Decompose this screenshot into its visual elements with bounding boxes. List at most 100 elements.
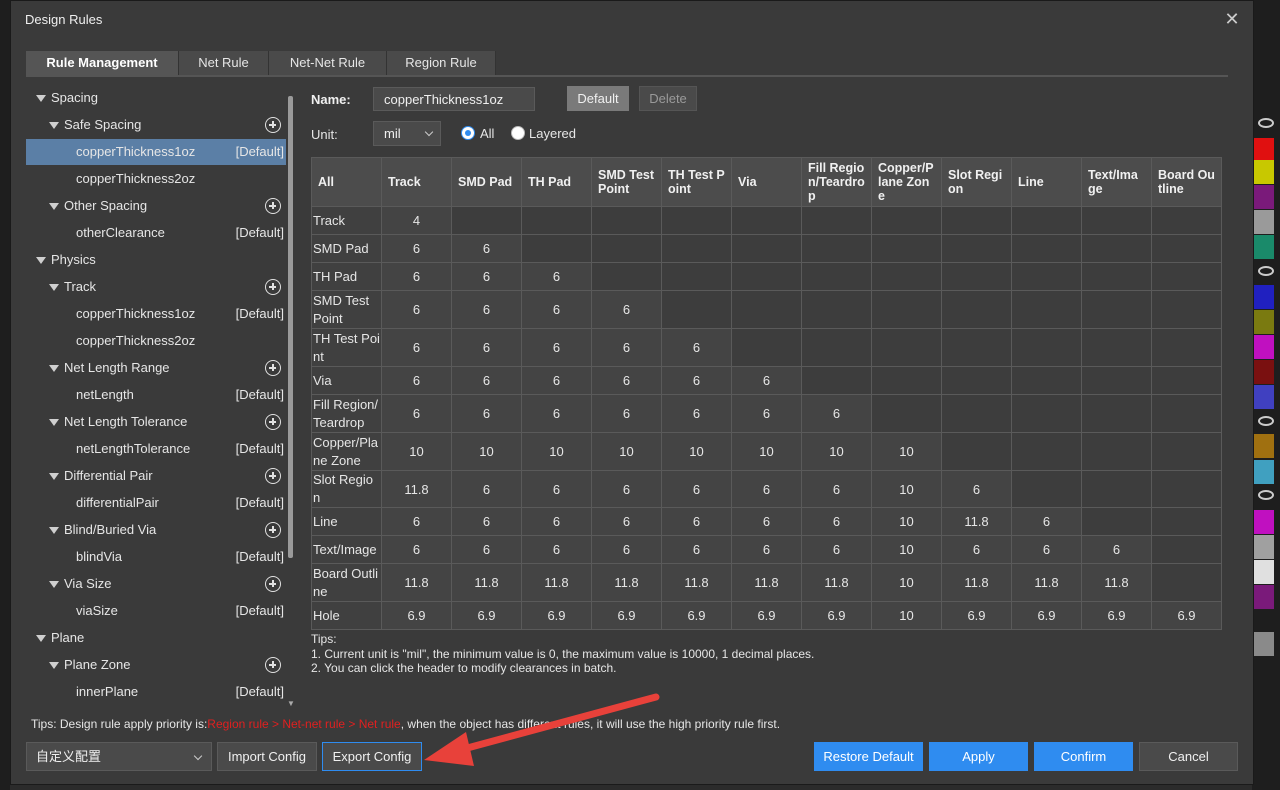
clearance-cell[interactable]: 10 xyxy=(521,432,592,471)
clearance-cell[interactable]: 6.9 xyxy=(451,601,522,630)
add-rule-icon[interactable] xyxy=(265,576,281,592)
clearance-cell[interactable]: 6 xyxy=(731,535,802,564)
clearance-cell[interactable]: 10 xyxy=(801,432,872,471)
restore-default-button[interactable]: Restore Default xyxy=(814,742,923,771)
clearance-cell[interactable]: 6 xyxy=(521,290,592,329)
row-header[interactable]: TH Test Point xyxy=(311,328,382,367)
clearance-cell[interactable]: 6 xyxy=(591,470,662,508)
tree-item[interactable]: Physics xyxy=(26,247,286,273)
column-header[interactable]: Copper/Plane Zone xyxy=(871,157,942,207)
tab-rule-management[interactable]: Rule Management xyxy=(26,51,179,75)
clearance-cell[interactable]: 11.8 xyxy=(451,563,522,602)
caret-down-icon[interactable] xyxy=(49,662,59,669)
row-header[interactable]: Board Outline xyxy=(311,563,382,602)
tree-item[interactable]: Safe Spacing xyxy=(26,112,286,138)
clearance-cell[interactable]: 6 xyxy=(451,366,522,395)
add-rule-icon[interactable] xyxy=(265,360,281,376)
row-header[interactable]: SMD Pad xyxy=(311,234,382,263)
clearance-cell[interactable]: 6 xyxy=(521,262,592,291)
clearance-cell[interactable]: 6 xyxy=(731,470,802,508)
column-header[interactable]: Fill Region/Teardrop xyxy=(801,157,872,207)
tree-item[interactable]: Blind/Buried Via xyxy=(26,517,286,543)
caret-down-icon[interactable] xyxy=(49,581,59,588)
eye-icon[interactable] xyxy=(1258,266,1274,276)
tree-item[interactable]: copperThickness2oz xyxy=(26,166,286,192)
caret-down-icon[interactable] xyxy=(49,419,59,426)
clearance-cell[interactable]: 6 xyxy=(661,535,732,564)
tree-item[interactable]: copperThickness1oz [Default] xyxy=(26,139,286,165)
row-header[interactable]: Track xyxy=(311,206,382,235)
clearance-cell[interactable]: 6 xyxy=(451,290,522,329)
row-header[interactable]: Slot Region xyxy=(311,470,382,508)
caret-down-icon[interactable] xyxy=(36,257,46,264)
tab-net-rule[interactable]: Net Rule xyxy=(179,51,269,75)
column-header[interactable]: TH Test Point xyxy=(661,157,732,207)
tree-item[interactable]: Net Length Range xyxy=(26,355,286,381)
caret-down-icon[interactable] xyxy=(49,473,59,480)
clearance-cell[interactable]: 10 xyxy=(871,507,942,536)
confirm-button[interactable]: Confirm xyxy=(1034,742,1133,771)
default-button[interactable]: Default xyxy=(567,86,629,111)
clearance-cell[interactable]: 6.9 xyxy=(521,601,592,630)
radio-layered[interactable] xyxy=(511,126,525,140)
clearance-cell[interactable]: 6 xyxy=(381,290,452,329)
clearance-cell[interactable]: 11.8 xyxy=(591,563,662,602)
clearance-cell[interactable]: 6 xyxy=(381,535,452,564)
tree-item[interactable]: Track xyxy=(26,274,286,300)
tree-item[interactable]: Plane xyxy=(26,625,286,651)
clearance-cell[interactable]: 6 xyxy=(661,394,732,433)
apply-button[interactable]: Apply xyxy=(929,742,1028,771)
clearance-cell[interactable]: 6 xyxy=(1081,535,1152,564)
clearance-cell[interactable]: 6 xyxy=(451,535,522,564)
clearance-cell[interactable]: 6 xyxy=(801,470,872,508)
clearance-cell[interactable]: 6 xyxy=(731,366,802,395)
clearance-cell[interactable]: 6 xyxy=(661,507,732,536)
eye-icon[interactable] xyxy=(1258,118,1274,128)
clearance-cell[interactable]: 6 xyxy=(801,535,872,564)
clearance-cell[interactable]: 6 xyxy=(451,234,522,263)
export-config-button[interactable]: Export Config xyxy=(322,742,422,771)
clearance-cell[interactable]: 6 xyxy=(451,470,522,508)
column-header[interactable]: SMD Test Point xyxy=(591,157,662,207)
clearance-cell[interactable]: 6 xyxy=(451,328,522,367)
column-header[interactable]: TH Pad xyxy=(521,157,592,207)
add-rule-icon[interactable] xyxy=(265,414,281,430)
clearance-cell[interactable]: 6 xyxy=(591,394,662,433)
clearance-cell[interactable]: 6 xyxy=(521,507,592,536)
column-header[interactable]: Text/Image xyxy=(1081,157,1152,207)
clearance-cell[interactable]: 6 xyxy=(381,507,452,536)
clearance-cell[interactable]: 6 xyxy=(521,470,592,508)
clearance-cell[interactable]: 6 xyxy=(591,507,662,536)
clearance-cell[interactable]: 6.9 xyxy=(731,601,802,630)
row-header[interactable]: Hole xyxy=(311,601,382,630)
clearance-cell[interactable]: 10 xyxy=(451,432,522,471)
unit-select[interactable]: mil xyxy=(373,121,441,146)
clearance-cell[interactable]: 6.9 xyxy=(381,601,452,630)
radio-layered-label[interactable]: Layered xyxy=(529,126,576,141)
clearance-cell[interactable]: 6 xyxy=(521,328,592,367)
row-header[interactable]: Copper/Plane Zone xyxy=(311,432,382,471)
clearance-cell[interactable]: 4 xyxy=(381,206,452,235)
tree-item[interactable]: Spacing xyxy=(26,85,286,111)
tree-item[interactable]: copperThickness1oz [Default] xyxy=(26,301,286,327)
caret-down-icon[interactable] xyxy=(49,527,59,534)
matrix-corner-all[interactable]: All xyxy=(311,157,382,207)
row-header[interactable]: SMD Test Point xyxy=(311,290,382,329)
clearance-cell[interactable]: 6 xyxy=(521,535,592,564)
tree-scrollbar[interactable] xyxy=(288,96,293,558)
clearance-cell[interactable]: 6 xyxy=(1011,535,1082,564)
add-rule-icon[interactable] xyxy=(265,279,281,295)
caret-down-icon[interactable] xyxy=(36,95,46,102)
clearance-cell[interactable]: 6 xyxy=(591,328,662,367)
tab-region-rule[interactable]: Region Rule xyxy=(387,51,496,75)
tree-item[interactable]: viaSize [Default] xyxy=(26,598,286,624)
clearance-cell[interactable]: 6 xyxy=(381,394,452,433)
clearance-cell[interactable]: 6 xyxy=(731,394,802,433)
clearance-cell[interactable]: 11.8 xyxy=(661,563,732,602)
caret-down-icon[interactable] xyxy=(49,284,59,291)
import-config-button[interactable]: Import Config xyxy=(217,742,317,771)
clearance-cell[interactable]: 6 xyxy=(801,394,872,433)
caret-down-icon[interactable] xyxy=(49,203,59,210)
tree-item[interactable]: Net Length Tolerance xyxy=(26,409,286,435)
clearance-cell[interactable]: 11.8 xyxy=(941,563,1012,602)
